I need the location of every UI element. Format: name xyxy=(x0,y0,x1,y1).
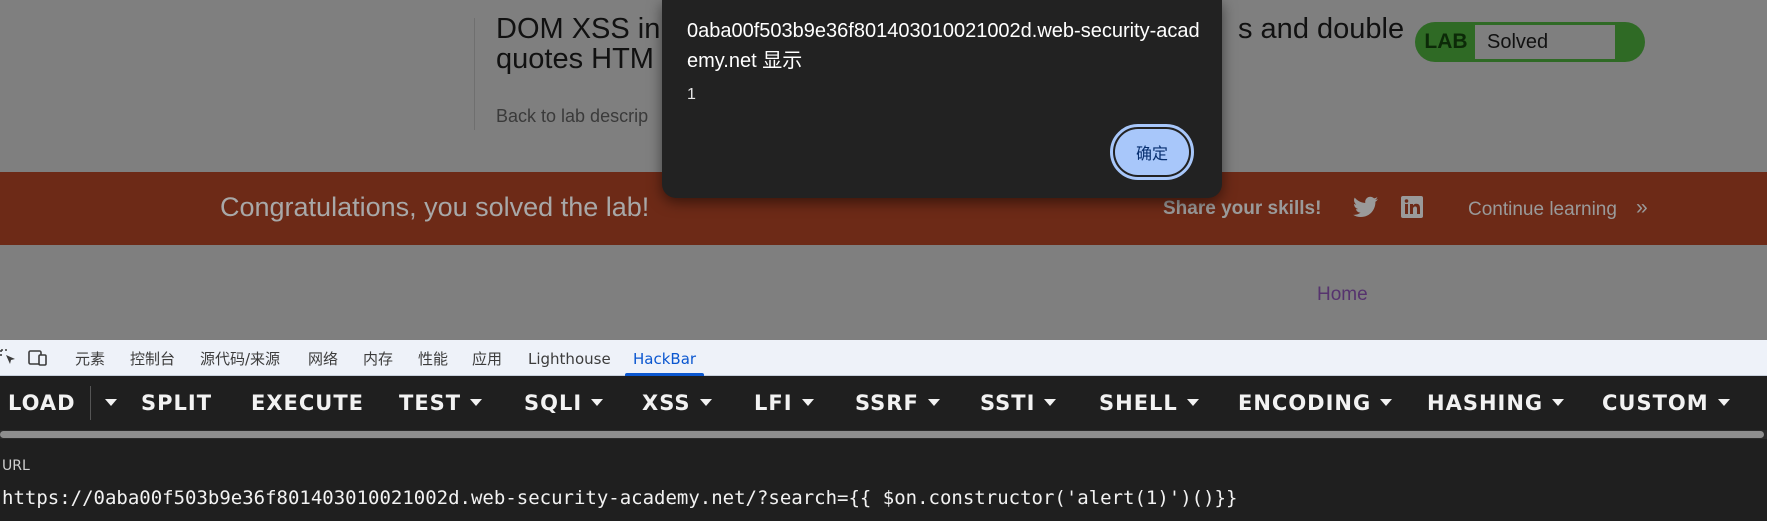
hackbar-lfi-label: LFI xyxy=(754,391,793,415)
hackbar-shell-menu[interactable]: SHELL xyxy=(1099,376,1199,430)
chevron-down-icon xyxy=(1552,398,1565,406)
chevron-down-icon xyxy=(1186,398,1199,406)
hackbar-split-button[interactable]: SPLIT xyxy=(141,376,212,430)
alert-message: 1 xyxy=(687,86,696,103)
tab-elements[interactable]: 元素 xyxy=(75,340,105,376)
inspect-element-icon[interactable] xyxy=(0,349,18,367)
chevron-down-icon xyxy=(1717,398,1730,406)
hackbar-load-button[interactable]: LOAD xyxy=(8,376,76,430)
chevron-down-icon xyxy=(591,398,604,406)
hackbar-load-dropdown[interactable] xyxy=(96,376,117,430)
tab-console[interactable]: 控制台 xyxy=(130,340,175,376)
chevron-down-icon xyxy=(1044,398,1057,406)
alert-dialog: 0aba00f503b9e36f801403010021002d.web-sec… xyxy=(662,0,1222,198)
tab-performance[interactable]: 性能 xyxy=(418,340,448,376)
tab-hackbar[interactable]: HackBar xyxy=(624,340,705,376)
double-chevron-right-icon: » xyxy=(1636,196,1648,219)
lab-badge-status: Solved xyxy=(1475,25,1615,59)
hackbar-load-label: LOAD xyxy=(8,391,76,415)
hackbar-toolbar: LOAD SPLIT EXECUTE TEST SQLI XSS LFI SSR… xyxy=(0,376,1767,430)
hackbar-ssrf-menu[interactable]: SSRF xyxy=(855,376,940,430)
alert-ok-button[interactable]: 确定 xyxy=(1110,124,1194,180)
hackbar-test-label: TEST xyxy=(399,391,462,415)
hackbar-hashing-label: HASHING xyxy=(1427,391,1544,415)
back-to-lab-link[interactable]: Back to lab descrip xyxy=(496,106,648,127)
url-label: URL xyxy=(2,458,30,474)
home-link[interactable]: Home xyxy=(1317,284,1368,306)
chevron-down-icon xyxy=(1380,398,1393,406)
toolbar-scrollbar[interactable] xyxy=(0,430,1767,439)
device-toolbar-icon[interactable] xyxy=(28,349,48,367)
header-divider xyxy=(474,18,475,130)
hackbar-xss-label: XSS xyxy=(642,391,691,415)
hackbar-test-menu[interactable]: TEST xyxy=(399,376,483,430)
chevron-down-icon xyxy=(699,398,712,406)
load-split-divider xyxy=(90,386,91,420)
devtools-panel: 元素 控制台 源代码/来源 网络 内存 性能 应用 Lighthouse Hac… xyxy=(0,340,1767,521)
congratulations-text: Congratulations, you solved the lab! xyxy=(220,192,650,222)
continue-learning-link[interactable]: Continue learning xyxy=(1468,199,1617,221)
hackbar-sqli-label: SQLI xyxy=(524,391,583,415)
hackbar-lfi-menu[interactable]: LFI xyxy=(754,376,814,430)
hackbar-ssti-label: SSTI xyxy=(980,391,1036,415)
chevron-down-icon xyxy=(801,398,814,406)
hackbar-hashing-menu[interactable]: HASHING xyxy=(1427,376,1565,430)
chevron-down-icon xyxy=(927,398,940,406)
hackbar-sqli-menu[interactable]: SQLI xyxy=(524,376,604,430)
share-skills-text: Share your skills! xyxy=(1163,198,1322,219)
scrollbar-thumb[interactable] xyxy=(0,431,1764,438)
tab-sources[interactable]: 源代码/来源 xyxy=(200,340,280,376)
lab-title-right-fragment: s and double xyxy=(1238,13,1405,45)
hackbar-custom-menu[interactable]: CUSTOM xyxy=(1602,376,1730,430)
hackbar-encoding-label: ENCODING xyxy=(1238,391,1372,415)
hackbar-ssti-menu[interactable]: SSTI xyxy=(980,376,1057,430)
lab-badge-tag: LAB xyxy=(1424,30,1468,53)
hackbar-shell-label: SHELL xyxy=(1099,391,1178,415)
linkedin-icon[interactable] xyxy=(1401,196,1423,218)
tab-application[interactable]: 应用 xyxy=(472,340,502,376)
tab-lighthouse[interactable]: Lighthouse xyxy=(528,340,611,376)
twitter-icon[interactable] xyxy=(1353,196,1378,218)
hackbar-encoding-menu[interactable]: ENCODING xyxy=(1238,376,1393,430)
devtools-tab-bar: 元素 控制台 源代码/来源 网络 内存 性能 应用 Lighthouse Hac… xyxy=(0,340,1767,376)
hackbar-split-label: SPLIT xyxy=(141,391,213,415)
tab-network[interactable]: 网络 xyxy=(308,340,338,376)
chevron-down-icon xyxy=(105,398,117,406)
hackbar-ssrf-label: SSRF xyxy=(855,391,919,415)
chevron-down-icon xyxy=(470,398,483,406)
url-input[interactable] xyxy=(2,482,1762,514)
hackbar-execute-button[interactable]: EXECUTE xyxy=(251,376,364,430)
hackbar-custom-label: CUSTOM xyxy=(1602,391,1709,415)
tab-memory[interactable]: 内存 xyxy=(363,340,393,376)
alert-origin-text: 0aba00f503b9e36f801403010021002d.web-sec… xyxy=(687,20,1200,72)
hackbar-xss-menu[interactable]: XSS xyxy=(642,376,712,430)
lab-status-badge: LAB Solved xyxy=(1415,22,1645,62)
hackbar-execute-label: EXECUTE xyxy=(251,391,365,415)
